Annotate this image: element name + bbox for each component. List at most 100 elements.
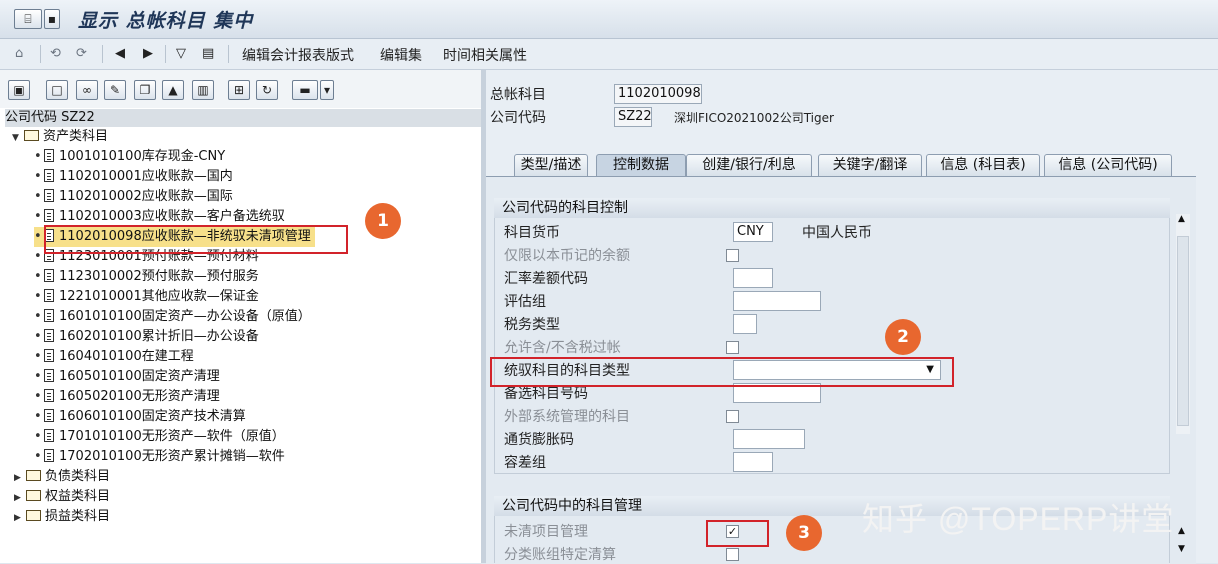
tree-folder-liabilities[interactable]: ▶ 负债类科目	[14, 467, 110, 487]
highlight-box-2	[490, 357, 954, 387]
edit-pencil-icon[interactable]: ✎	[104, 80, 126, 100]
tree-folder-equity[interactable]: ▶ 权益类科目	[14, 487, 110, 507]
tree-account-item[interactable]: • 1701010100无形资产—软件（原值）	[34, 427, 285, 447]
open-item-mgmt-label: 未清项目管理	[504, 524, 588, 540]
tree-account-label: 1606010100固定资产技术清算	[59, 409, 246, 424]
previous-arrow-icon[interactable]: ◀	[115, 46, 125, 61]
account-control-group-title: 公司代码的科目控制	[494, 198, 1170, 218]
display-icon[interactable]: ∞	[76, 80, 98, 100]
binoculars-icon[interactable]: ▣	[8, 80, 30, 100]
valuation-group-label: 评估组	[504, 294, 546, 310]
document-icon	[44, 309, 54, 322]
tree-account-item[interactable]: • 1601010100固定资产—办公设备（原值）	[34, 307, 311, 327]
tab-type-description[interactable]: 类型/描述	[514, 154, 588, 176]
other-object-icon[interactable]: ⟳	[76, 46, 87, 61]
tree-folder-pnl[interactable]: ▶ 损益类科目	[14, 507, 110, 527]
tree-account-item[interactable]: • 1605010100固定资产清理	[34, 367, 220, 387]
posting-without-tax-checkbox[interactable]	[726, 341, 739, 354]
tree-account-item[interactable]: • 1001010100库存现金-CNY	[34, 147, 225, 167]
folder-icon	[26, 470, 41, 481]
company-code-header: 公司代码 SZ22	[5, 109, 481, 127]
folder-icon	[26, 510, 41, 521]
scroll-up-icon[interactable]: ▲	[1178, 214, 1185, 224]
bullet: •	[34, 229, 42, 244]
tree-account-label: 1605020100无形资产清理	[59, 389, 220, 404]
company-code-field[interactable]: SZ22	[614, 107, 652, 127]
document-icon	[44, 449, 54, 462]
tree-account-item[interactable]: • 1702010100无形资产累计摊销—软件	[34, 447, 285, 467]
collapsed-arrow-icon[interactable]: ▶	[14, 468, 26, 488]
collapsed-arrow-icon[interactable]: ▶	[14, 508, 26, 528]
currency-label: 科目货币	[504, 225, 560, 241]
tab-info-chart-of-accounts[interactable]: 信息 (科目表)	[926, 154, 1040, 176]
tree-toolbar: ▣ □ ∞ ✎ ❐ ▲ ▥ ⊞ ↻ ▬ ▾	[0, 70, 481, 108]
hierarchy-icon[interactable]: ⌂	[15, 46, 23, 61]
lock-icon[interactable]: ▲	[162, 80, 184, 100]
scroll-up-icon-2[interactable]: ▲	[1178, 526, 1185, 536]
document-icon	[44, 189, 54, 202]
time-attributes-button[interactable]: 时间相关属性	[443, 45, 527, 65]
tolerance-group-field[interactable]	[733, 452, 773, 472]
currency-field[interactable]: CNY	[733, 222, 773, 242]
document-icon[interactable]: ▤	[202, 46, 214, 61]
tab-keyword-translation[interactable]: 关键字/翻译	[818, 154, 922, 176]
tree-account-item[interactable]: • 1123010002预付账款—预付服务	[34, 267, 259, 287]
tree-folder-assets[interactable]: ▼ 资产类科目	[12, 127, 108, 147]
folder-open-icon	[24, 130, 39, 141]
new-icon[interactable]: □	[46, 80, 68, 100]
page-title: 显示 总帐科目 集中	[78, 10, 254, 32]
document-icon	[44, 289, 54, 302]
highlight-box-1	[44, 225, 348, 254]
bullet: •	[34, 269, 42, 284]
tree-account-item[interactable]: • 1605020100无形资产清理	[34, 387, 220, 407]
title-bar: ⌸ ▪ 显示 总帐科目 集中	[0, 0, 1218, 39]
collective-icon[interactable]: ⊞	[228, 80, 250, 100]
annotation-badge-1: 1	[365, 203, 401, 239]
exchange-rate-diff-field[interactable]	[733, 268, 773, 288]
bullet: •	[34, 409, 42, 424]
detail-pane: 总帐科目 1102010098 公司代码 SZ22 深圳FICO2021002公…	[486, 70, 1218, 564]
valuation-group-field[interactable]	[733, 291, 821, 311]
tax-category-label: 税务类型	[504, 317, 560, 333]
delete-icon[interactable]: ▥	[192, 80, 214, 100]
previous-object-icon[interactable]: ⟲	[50, 46, 61, 61]
tree-account-item[interactable]: • 1221010001其他应收款—保证金	[34, 287, 259, 307]
tax-category-field[interactable]	[733, 314, 757, 334]
bullet: •	[34, 149, 42, 164]
inflation-key-field[interactable]	[733, 429, 805, 449]
gl-account-field[interactable]: 1102010098	[614, 84, 702, 104]
document-icon	[44, 329, 54, 342]
copy-icon[interactable]: ❐	[134, 80, 156, 100]
tree-account-item[interactable]: • 1102010001应收账款—国内	[34, 167, 233, 187]
tab-create-bank-interest[interactable]: 创建/银行/利息	[686, 154, 812, 176]
edit-report-format-button[interactable]: 编辑会计报表版式	[242, 45, 354, 65]
system-menu-icon[interactable]: ⌸	[14, 9, 42, 29]
document-icon	[44, 149, 54, 162]
tree-account-item[interactable]: • 1602010100累计折旧—办公设备	[34, 327, 259, 347]
tree-account-item[interactable]: • 1604010100在建工程	[34, 347, 194, 367]
print-dropdown-icon[interactable]: ▾	[320, 80, 334, 100]
filter-icon[interactable]: ▽	[176, 46, 186, 61]
vertical-scrollbar[interactable]: ▲	[1176, 214, 1190, 434]
scroll-thumb[interactable]	[1177, 236, 1189, 426]
tree-account-item[interactable]: • 1606010100固定资产技术清算	[34, 407, 246, 427]
tree-account-label: 1001010100库存现金-CNY	[59, 149, 226, 164]
tab-control-data[interactable]: 控制数据	[596, 154, 686, 176]
bullet: •	[34, 369, 42, 384]
collapsed-arrow-icon[interactable]: ▶	[14, 488, 26, 508]
scroll-down-icon-2[interactable]: ▼	[1178, 544, 1185, 554]
expanded-arrow-icon[interactable]: ▼	[12, 128, 24, 148]
posting-without-tax-label: 允许含/不含税过帐	[504, 340, 621, 356]
edit-set-button[interactable]: 编辑集	[380, 45, 422, 65]
tree-account-item[interactable]: • 1102010002应收账款—国际	[34, 187, 233, 207]
externally-managed-checkbox[interactable]	[726, 410, 739, 423]
next-arrow-icon[interactable]: ▶	[143, 46, 153, 61]
menu-dropdown-icon[interactable]: ▪	[44, 9, 60, 29]
document-icon	[44, 409, 54, 422]
tree-account-item[interactable]: • 1102010003应收账款—客户备选统驭	[34, 207, 285, 227]
ledger-group-clearing-checkbox[interactable]	[726, 548, 739, 561]
local-balance-only-checkbox[interactable]	[726, 249, 739, 262]
print-icon[interactable]: ▬	[292, 80, 318, 100]
refresh-icon[interactable]: ↻	[256, 80, 278, 100]
tab-info-company-code[interactable]: 信息 (公司代码)	[1044, 154, 1172, 176]
